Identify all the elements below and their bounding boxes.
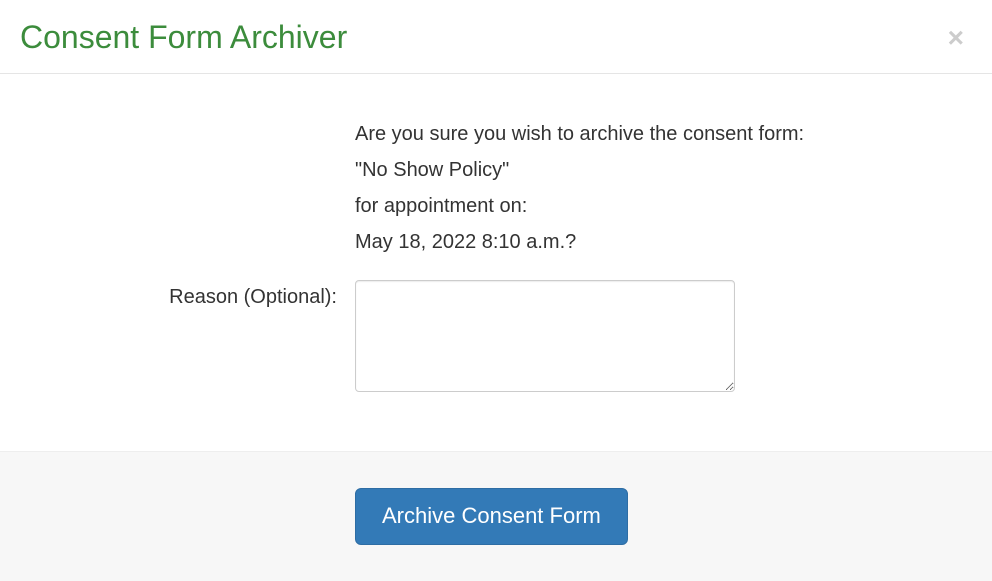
reason-label-col: Reason (Optional):: [20, 280, 355, 395]
confirm-line-2: for appointment on:: [355, 188, 972, 224]
reason-label: Reason (Optional):: [169, 280, 337, 309]
consent-archiver-modal: Consent Form Archiver × Are you sure you…: [0, 0, 992, 550]
modal-title: Consent Form Archiver: [20, 20, 347, 55]
reason-row: Reason (Optional):: [20, 280, 972, 395]
confirmation-label-spacer: [20, 116, 355, 260]
confirm-line-1: Are you sure you wish to archive the con…: [355, 116, 972, 152]
reason-input[interactable]: [355, 280, 735, 392]
modal-footer: Archive Consent Form: [0, 451, 992, 580]
close-icon[interactable]: ×: [944, 24, 968, 52]
confirm-form-name: "No Show Policy": [355, 152, 972, 188]
archive-button[interactable]: Archive Consent Form: [355, 488, 628, 544]
confirmation-row: Are you sure you wish to archive the con…: [20, 116, 972, 260]
modal-header: Consent Form Archiver ×: [0, 0, 992, 74]
reason-input-col: [355, 280, 972, 395]
modal-body: Are you sure you wish to archive the con…: [0, 74, 992, 451]
footer-spacer: [20, 488, 355, 544]
confirm-datetime: May 18, 2022 8:10 a.m.?: [355, 224, 972, 260]
confirmation-text: Are you sure you wish to archive the con…: [355, 116, 972, 260]
